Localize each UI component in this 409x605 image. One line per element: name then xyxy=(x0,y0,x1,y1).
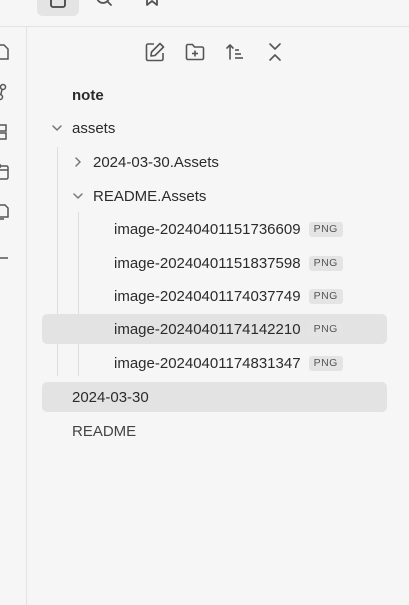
explorer-actions xyxy=(143,40,287,64)
collapse-icon xyxy=(264,41,286,63)
minus-icon[interactable] xyxy=(0,249,12,267)
tree-file-selected[interactable]: image-20240401174142210 PNG xyxy=(42,314,387,344)
tree-item-label: README xyxy=(72,422,137,440)
tree-note-2024-03-30[interactable]: 2024-03-30 xyxy=(42,382,387,412)
chevron-down-icon xyxy=(72,190,84,202)
file-name: image-20240401151837598 xyxy=(114,254,301,272)
left-ribbon xyxy=(0,27,27,605)
collapse-all-button[interactable] xyxy=(263,40,287,64)
tree-folder-2024-03-30-assets[interactable]: 2024-03-30.Assets xyxy=(42,147,387,177)
graph-icon[interactable] xyxy=(0,83,12,101)
tree-folder-assets[interactable]: assets xyxy=(42,113,387,143)
tree-note-readme[interactable]: README xyxy=(42,416,387,446)
tree-item-label: README.Assets xyxy=(93,187,207,205)
files-icon xyxy=(48,0,68,11)
bookmark-icon xyxy=(142,0,162,13)
sort-button[interactable] xyxy=(223,40,247,64)
file-ext-badge: PNG xyxy=(308,288,343,304)
file-ext-badge: PNG xyxy=(308,221,343,237)
tree-item-label: 2024-03-30 xyxy=(72,388,149,406)
tree-file[interactable]: image-20240401174037749 PNG xyxy=(42,281,387,311)
files-tab[interactable] xyxy=(37,0,79,16)
canvas-icon[interactable] xyxy=(0,123,12,141)
file-icon[interactable] xyxy=(0,43,12,61)
tree-root-note[interactable]: note xyxy=(42,80,387,110)
tree-file[interactable]: image-20240401151736609 PNG xyxy=(42,214,387,244)
search-tab[interactable] xyxy=(90,0,118,16)
copy-icon[interactable] xyxy=(0,203,12,221)
tree-item-label: 2024-03-30.Assets xyxy=(93,153,219,171)
new-folder-button[interactable] xyxy=(183,40,207,64)
bookmarks-tab[interactable] xyxy=(138,0,166,16)
new-note-button[interactable] xyxy=(143,40,167,64)
file-ext-badge: PNG xyxy=(308,255,343,271)
file-ext-badge: PNG xyxy=(308,355,343,371)
calendar-icon[interactable] xyxy=(0,163,12,181)
sort-icon xyxy=(224,41,246,63)
top-tab-bar xyxy=(0,0,409,27)
new-folder-icon xyxy=(184,41,206,63)
tree-file[interactable]: image-20240401151837598 PNG xyxy=(42,248,387,278)
file-ext-badge: PNG xyxy=(308,321,343,337)
search-icon xyxy=(94,0,114,13)
tree-folder-readme-assets[interactable]: README.Assets xyxy=(42,181,387,211)
file-name: image-20240401151736609 xyxy=(114,220,301,238)
new-note-icon xyxy=(144,41,166,63)
chevron-right-icon xyxy=(72,156,84,168)
file-name: image-20240401174037749 xyxy=(114,287,301,305)
tree-item-label: note xyxy=(72,86,104,104)
file-name: image-20240401174142210 xyxy=(114,320,301,338)
chevron-down-icon xyxy=(51,122,63,134)
tree-file[interactable]: image-20240401174831347 PNG xyxy=(42,348,387,378)
tree-item-label: assets xyxy=(72,119,116,137)
file-name: image-20240401174831347 xyxy=(114,354,301,372)
